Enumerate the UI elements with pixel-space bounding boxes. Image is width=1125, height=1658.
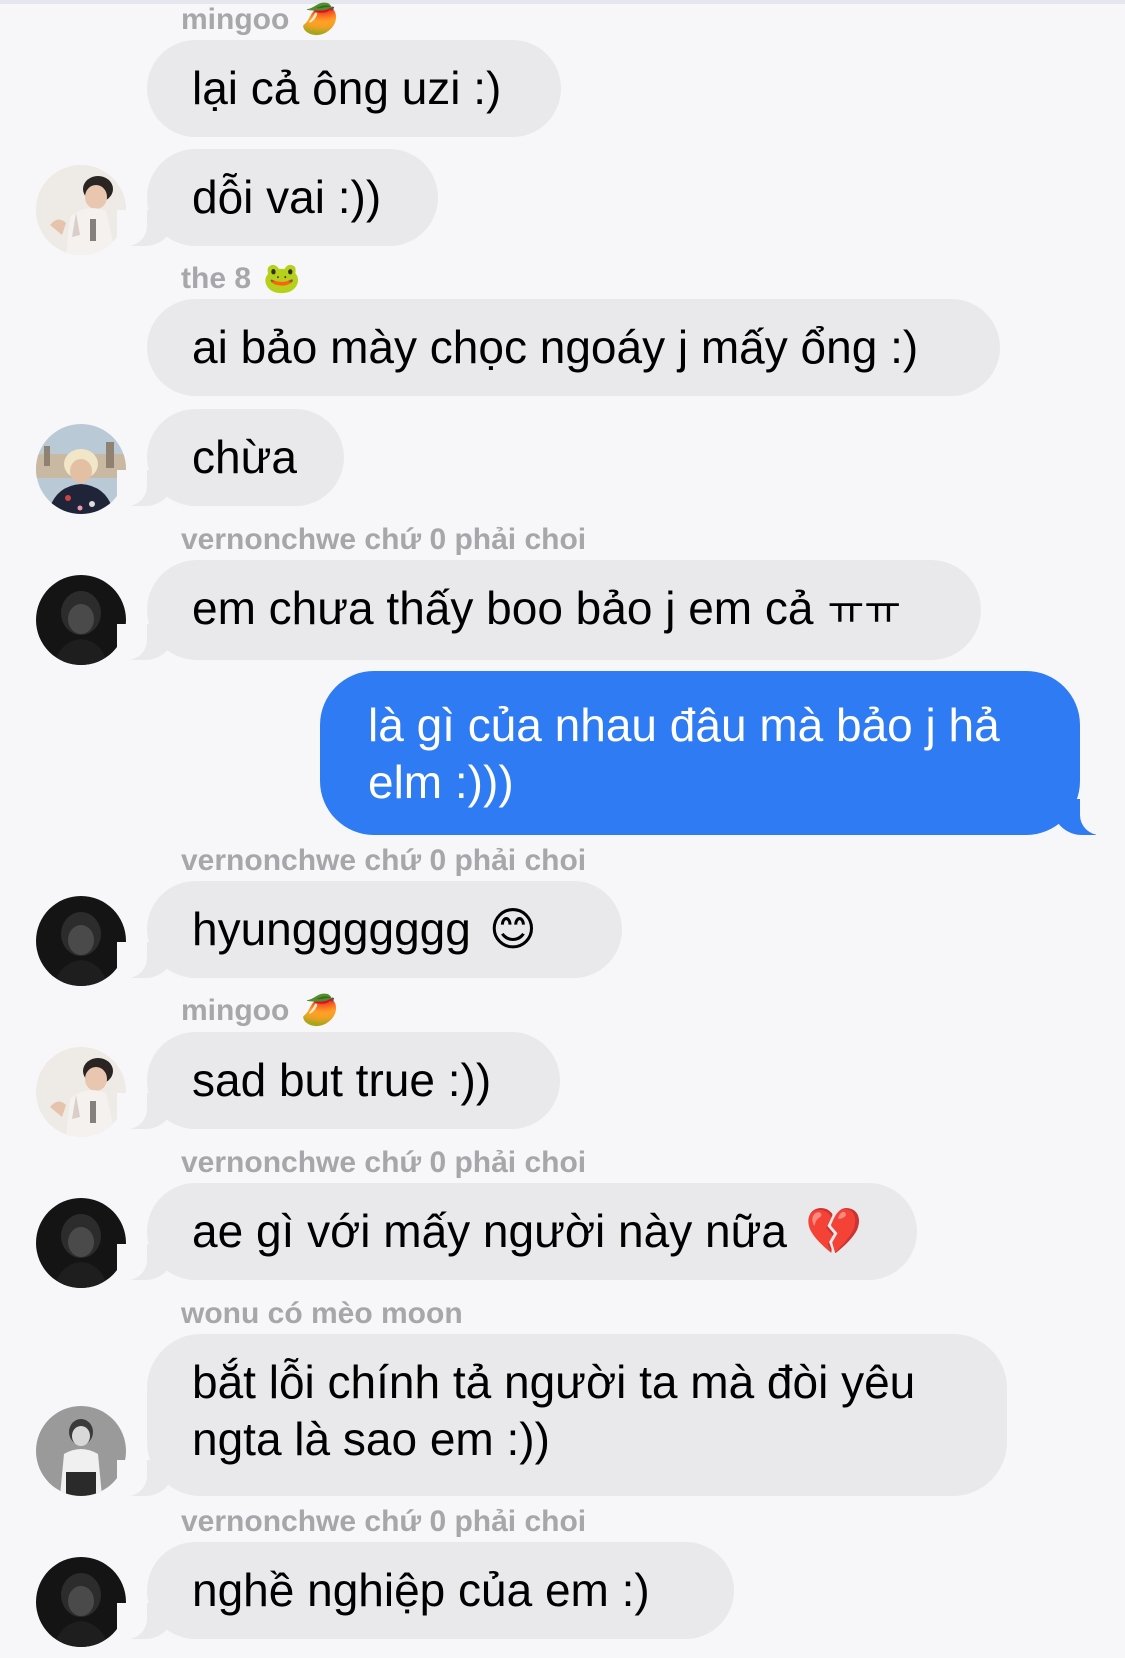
avatar-wonu[interactable]	[36, 1406, 126, 1496]
avatar-the8[interactable]	[36, 424, 126, 514]
mango-emoji: 🥭	[301, 993, 339, 1028]
message-bubble[interactable]: lại cả ông uzi :)	[147, 40, 561, 137]
frog-emoji: 🐸	[263, 261, 301, 296]
message-bubble[interactable]: bắt lỗi chính tả người ta mà đòi yêu ngt…	[117, 1334, 1007, 1496]
mango-emoji: 🥭	[301, 2, 339, 37]
broken-heart-emoji: 💔	[804, 1204, 863, 1258]
message-bubble[interactable]: chừa	[117, 409, 344, 506]
avatar-mingoo[interactable]	[36, 1047, 126, 1137]
message-bubble[interactable]: nghề nghiệp của em :)	[117, 1542, 734, 1639]
avatar-vernon[interactable]	[36, 1198, 126, 1288]
avatar-vernon[interactable]	[36, 575, 126, 665]
message-bubble[interactable]: ai bảo mày chọc ngoáy j mấy ổng :)	[147, 299, 1000, 396]
message-bubble[interactable]: em chưa thấy boo bảo j em cả ㅠㅠ	[117, 560, 981, 660]
sender-name: mingoo 🥭	[181, 2, 339, 37]
sender-name: vernonchwe chứ 0 phải choi	[181, 1146, 587, 1179]
sender-name: wonu có mèo moon	[181, 1297, 463, 1330]
avatar-vernon[interactable]	[36, 896, 126, 986]
smiling-face-emoji: 😊	[488, 902, 537, 956]
crying-emoticon: ㅠㅠ	[827, 588, 902, 634]
avatar-vernon[interactable]	[36, 1557, 126, 1647]
sender-name: vernonchwe chứ 0 phải choi	[181, 844, 587, 877]
sender-name: vernonchwe chứ 0 phải choi	[181, 1505, 587, 1538]
top-divider	[0, 0, 1125, 4]
sender-name: the 8 🐸	[181, 261, 301, 296]
message-bubble[interactable]: sad but true :))	[117, 1032, 560, 1129]
avatar-mingoo[interactable]	[36, 165, 126, 255]
outgoing-message-bubble[interactable]: là gì của nhau đâu mà bảo j hả elm :)))	[320, 671, 1110, 835]
message-bubble[interactable]: ae gì với mấy người này nữa 💔	[117, 1183, 917, 1280]
message-bubble[interactable]: hyunggggggg 😊	[117, 881, 622, 978]
sender-name: mingoo 🥭	[181, 993, 339, 1028]
sender-name: vernonchwe chứ 0 phải choi	[181, 523, 587, 556]
message-bubble[interactable]: dỗi vai :))	[117, 149, 438, 246]
